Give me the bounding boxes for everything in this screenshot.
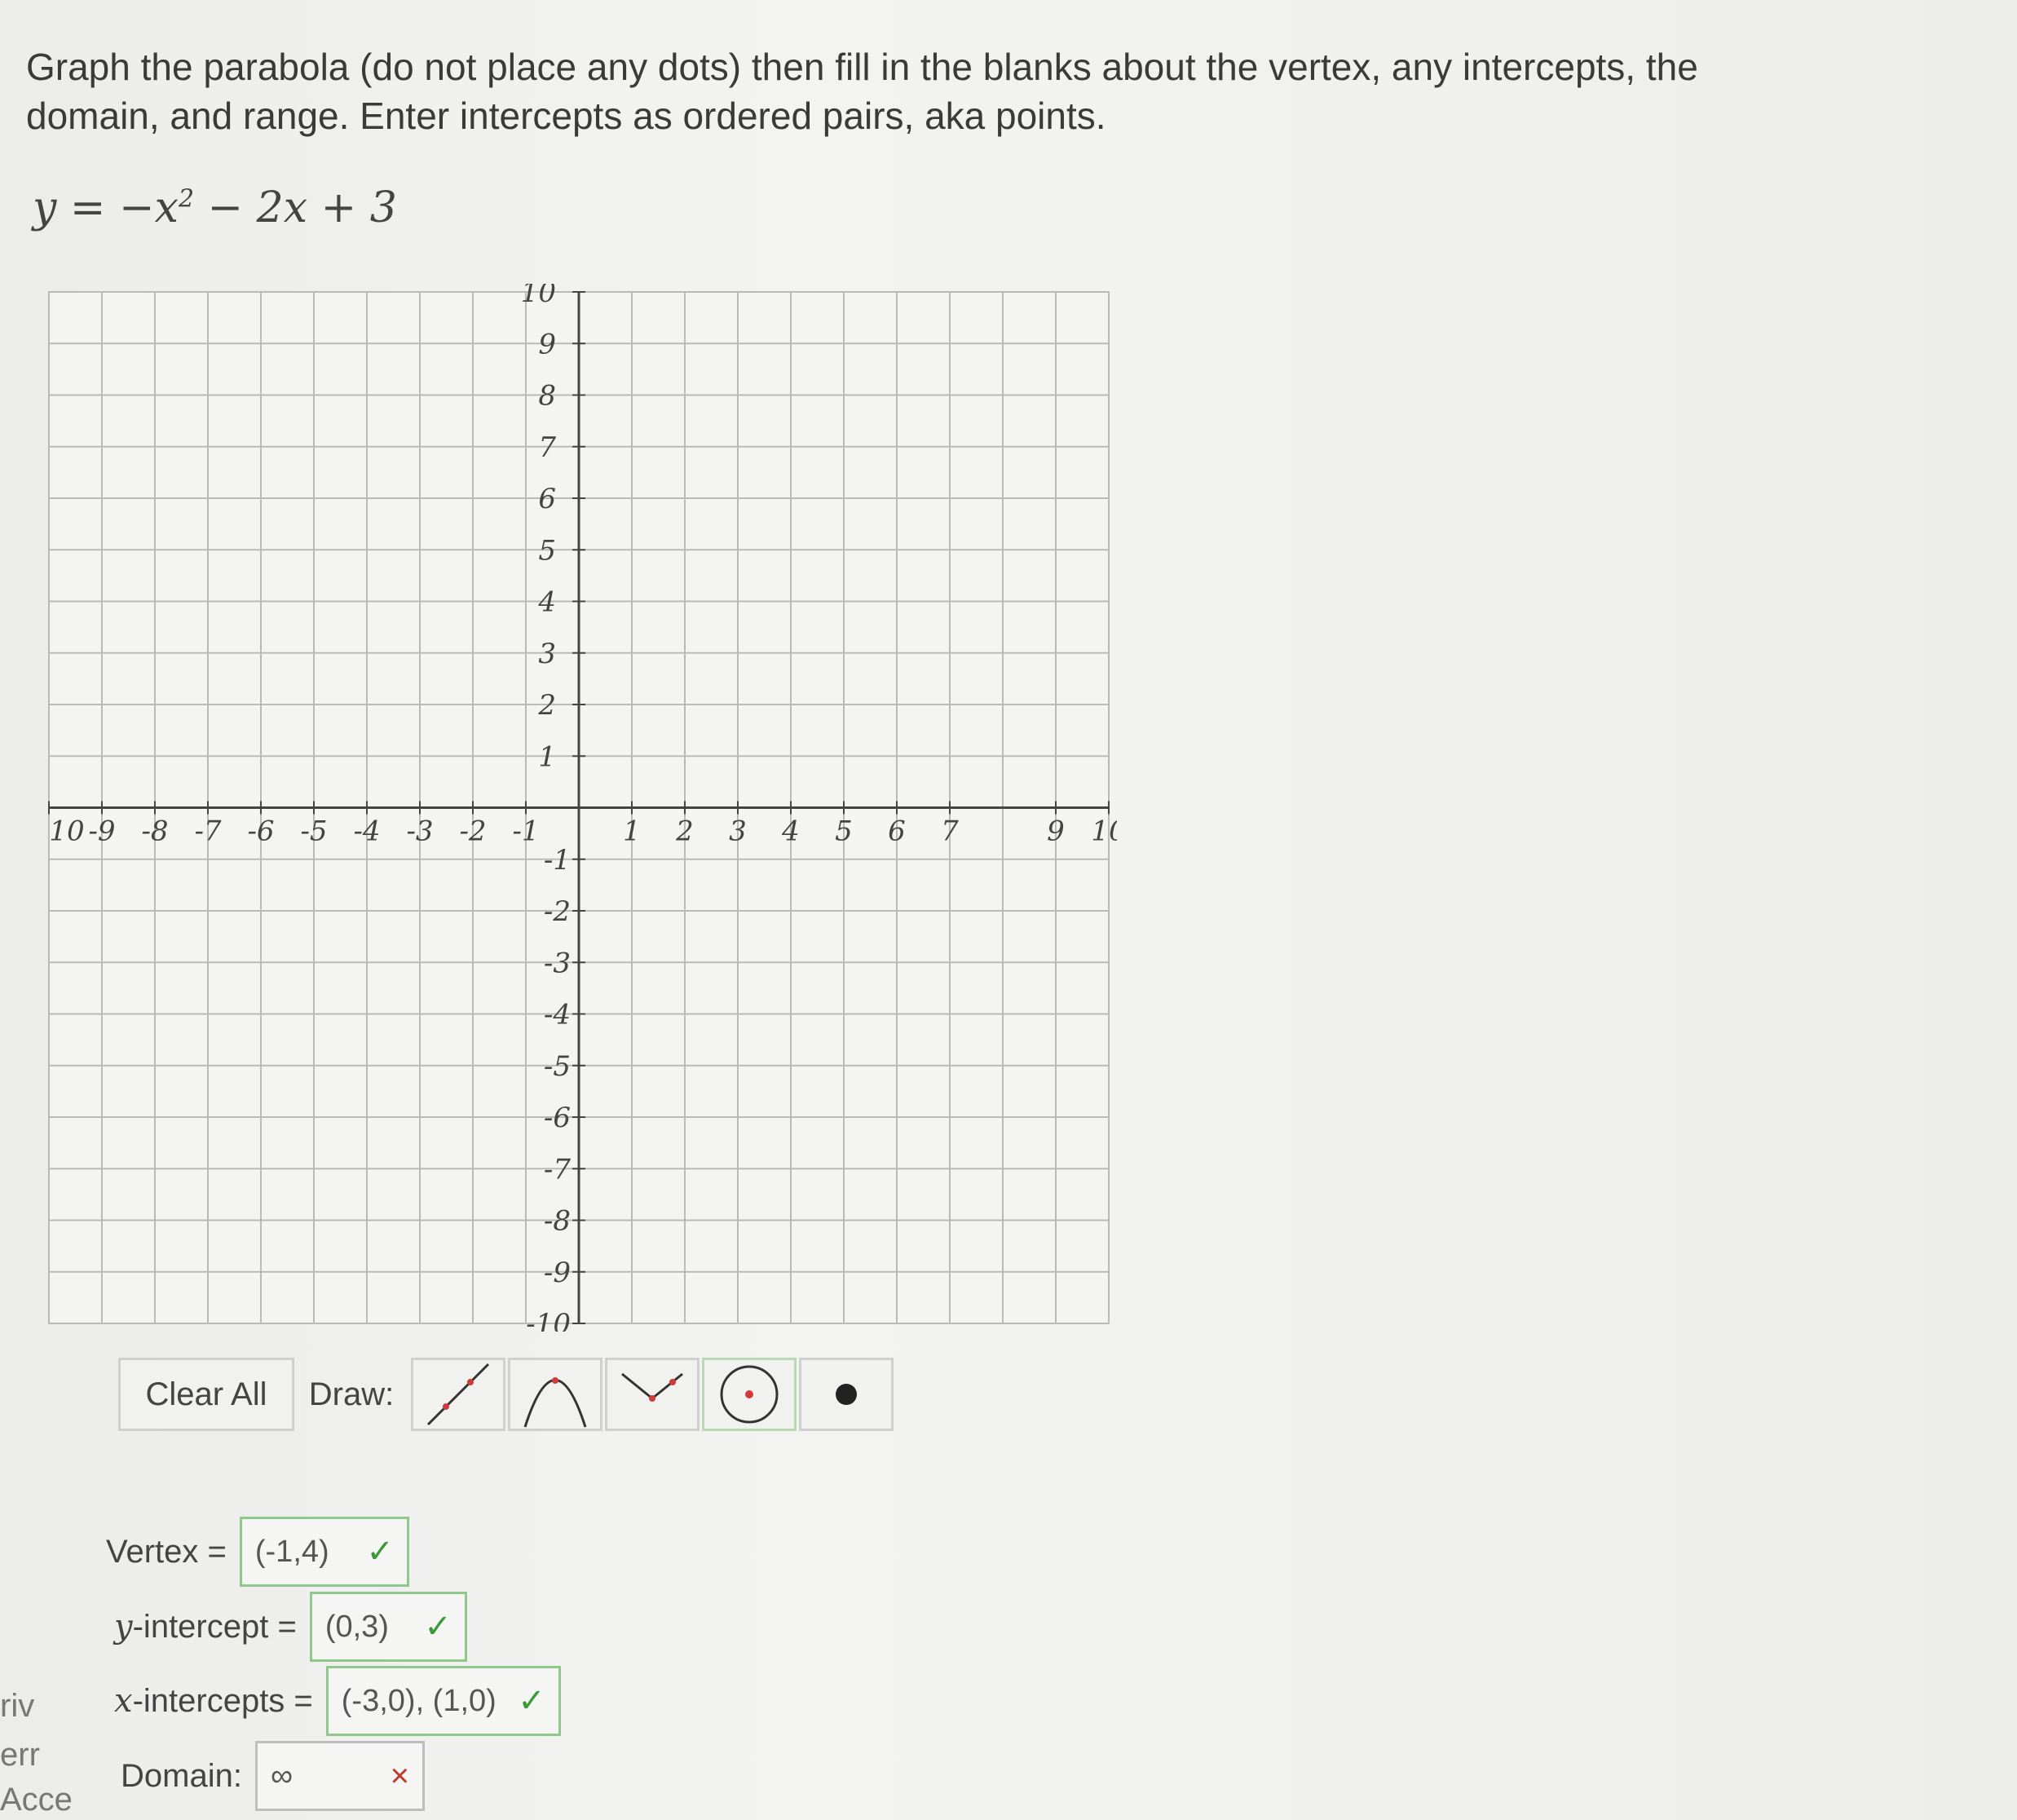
point-tool-button[interactable]: [799, 1358, 894, 1431]
y-tick-label: -7: [544, 1153, 571, 1186]
x-tick-label: 2: [675, 815, 694, 848]
equation-exponent: 2: [178, 184, 195, 214]
y-tick-label: -2: [544, 895, 571, 928]
side-text-2: err: [0, 1737, 40, 1773]
x-intercepts-correct-icon: ✓: [518, 1683, 545, 1719]
x-intercepts-value: (-3,0), (1,0): [341, 1683, 497, 1718]
y-tick-label: -4: [544, 999, 571, 1031]
x-tick-label: 1: [623, 815, 641, 848]
clear-all-button[interactable]: Clear All: [118, 1358, 294, 1431]
y-tick-label: 2: [537, 689, 556, 722]
y-tick-label: 1: [538, 740, 556, 773]
parabola-down-tool-button[interactable]: [508, 1358, 602, 1431]
x-tick-label: 3: [729, 815, 747, 848]
y-tick-label: -3: [544, 947, 571, 979]
y-intercept-label: y-intercept =: [114, 1608, 297, 1646]
y-tick-label: 4: [537, 586, 556, 619]
question-text: Graph the parabola (do not place any dot…: [26, 46, 1698, 137]
x-tick-label: 9: [1047, 815, 1065, 848]
line-tool-button[interactable]: [411, 1358, 505, 1431]
x-tick-label: 6: [888, 815, 906, 848]
x-tick-label: -4: [353, 815, 380, 848]
x-tick-label: 4: [781, 815, 800, 848]
y-intercept-var: y: [114, 1608, 133, 1646]
y-tick-label: 8: [538, 380, 556, 413]
y-tick-label: -8: [544, 1205, 571, 1238]
side-text-1: riv: [0, 1688, 35, 1724]
equation: y = −x2 − 2x + 3: [33, 183, 397, 232]
equation-x: x: [154, 183, 179, 232]
y-intercept-correct-icon: ✓: [424, 1609, 452, 1645]
vertex-label: Vertex =: [106, 1533, 227, 1570]
y-tick-label: -6: [544, 1102, 571, 1134]
draw-label: Draw:: [308, 1376, 395, 1412]
parabola-down-tool-icon: [523, 1377, 587, 1428]
x-tick-label: -2: [459, 815, 486, 848]
y-tick-label: 3: [538, 638, 556, 670]
y-intercept-row: y-intercept = (0,3) ✓: [114, 1592, 467, 1662]
domain-row: Domain: ∞ ×: [121, 1741, 425, 1811]
x-tick-label: 5: [835, 815, 853, 848]
x-tick-label: 10: [1091, 815, 1117, 848]
x-tick-label: -8: [141, 815, 168, 848]
vertex-value: (-1,4): [254, 1534, 329, 1569]
y-tick-label: 7: [538, 431, 556, 464]
y-tick-label: -10: [526, 1308, 571, 1332]
domain-input[interactable]: ∞ ×: [254, 1741, 425, 1811]
parabola-up-tool-icon: [621, 1372, 683, 1402]
equation-equals: =: [69, 183, 106, 232]
domain-value: ∞: [270, 1758, 294, 1793]
y-tick-label: 10: [521, 284, 556, 309]
x-intercepts-label: x-intercepts =: [114, 1682, 313, 1720]
vertex-correct-icon: ✓: [366, 1534, 394, 1570]
y-tick-label: -9: [544, 1257, 571, 1289]
x-tick-label: -5: [300, 815, 327, 848]
vertex-row: Vertex = (-1,4) ✓: [106, 1517, 409, 1587]
y-tick-label: -5: [544, 1050, 571, 1083]
draw-toolbar: Clear All Draw:: [118, 1358, 894, 1431]
page: Graph the parabola (do not place any dot…: [0, 0, 2017, 1820]
y-tick-label: 9: [538, 328, 556, 360]
line-tool-icon: [426, 1363, 490, 1426]
y-tick-label: 5: [538, 534, 556, 567]
x-tick-label: -6: [247, 815, 274, 848]
y-tick-label: 6: [538, 483, 556, 515]
x-tick-label: -1: [512, 815, 539, 848]
equation-minus: −: [119, 183, 155, 232]
y-tick-label: -1: [544, 844, 571, 877]
parabola-up-tool-button[interactable]: [605, 1358, 700, 1431]
circle-tool-icon: [720, 1365, 779, 1424]
equation-rest: − 2x + 3: [194, 183, 397, 232]
y-intercept-value: (0,3): [324, 1609, 389, 1644]
x-tick-label: 10: [49, 815, 84, 848]
x-intercepts-var: x: [114, 1682, 133, 1720]
x-tick-label: 7: [941, 815, 959, 848]
side-text-3: Acce: [0, 1782, 73, 1818]
x-tick-label: -9: [88, 815, 115, 848]
domain-label: Domain:: [121, 1757, 242, 1794]
circle-tool-button[interactable]: [702, 1358, 797, 1431]
x-intercepts-input[interactable]: (-3,0), (1,0) ✓: [325, 1666, 561, 1736]
x-tick-label: -3: [406, 815, 433, 848]
equation-lhs: y: [33, 183, 57, 232]
point-tool-icon: [836, 1384, 857, 1405]
x-tick-label: -7: [194, 815, 221, 848]
y-intercept-label-text: -intercept =: [132, 1609, 297, 1645]
domain-incorrect-icon: ×: [390, 1757, 409, 1794]
x-intercepts-label-text: -intercepts =: [132, 1683, 313, 1719]
y-intercept-input[interactable]: (0,3) ✓: [309, 1592, 467, 1662]
x-intercepts-row: x-intercepts = (-3,0), (1,0) ✓: [114, 1666, 561, 1736]
vertex-input[interactable]: (-1,4) ✓: [239, 1517, 409, 1587]
graph-canvas[interactable]: 10-9-8-7-6-5-4-3-2-112345679101098765432…: [41, 284, 1117, 1332]
